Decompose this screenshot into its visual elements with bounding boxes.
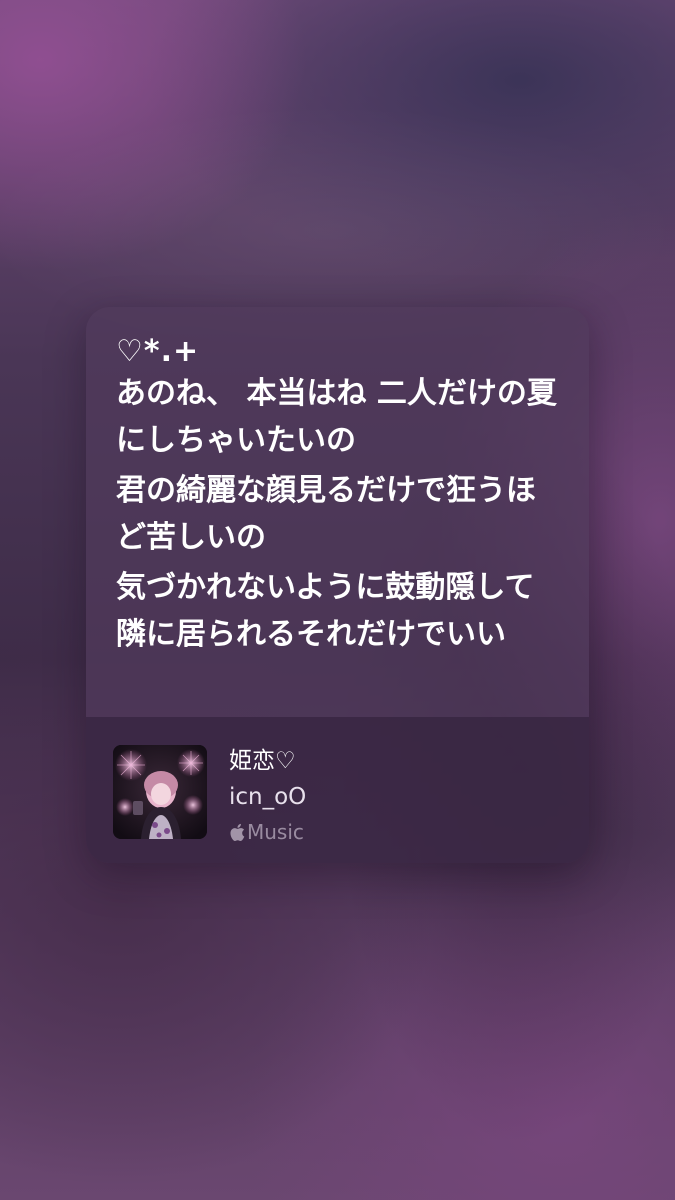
song-title[interactable]: 姫恋♡ (229, 747, 296, 775)
lyric-line-3: 気づかれないように鼓動隠して 隣に居られるそれだけでいい (116, 570, 535, 652)
apple-music-brand[interactable]: Music (229, 821, 304, 843)
lyrics-decoration: ♡*.+ (116, 334, 200, 369)
lyric-line-1: あのね、 本当はね 二人だけの夏にしちゃいたいの (116, 376, 557, 458)
album-artwork[interactable] (113, 745, 207, 839)
lyric-line-2: 君の綺麗な顔見るだけで狂うほど苦しいの (116, 473, 536, 555)
music-service-label: Music (247, 820, 304, 844)
apple-logo-icon (230, 823, 245, 841)
track-info-footer[interactable]: 姫恋♡ icn_oO Music (86, 717, 589, 863)
album-artwork-image (113, 745, 207, 839)
song-artist[interactable]: icn_oO (229, 783, 306, 811)
lyrics-share-card[interactable]: ♡*.+ あのね、 本当はね 二人だけの夏にしちゃいたいの 君の綺麗な顔見るだけ… (86, 307, 589, 863)
lyrics-section: ♡*.+ あのね、 本当はね 二人だけの夏にしちゃいたいの 君の綺麗な顔見るだけ… (86, 307, 589, 717)
